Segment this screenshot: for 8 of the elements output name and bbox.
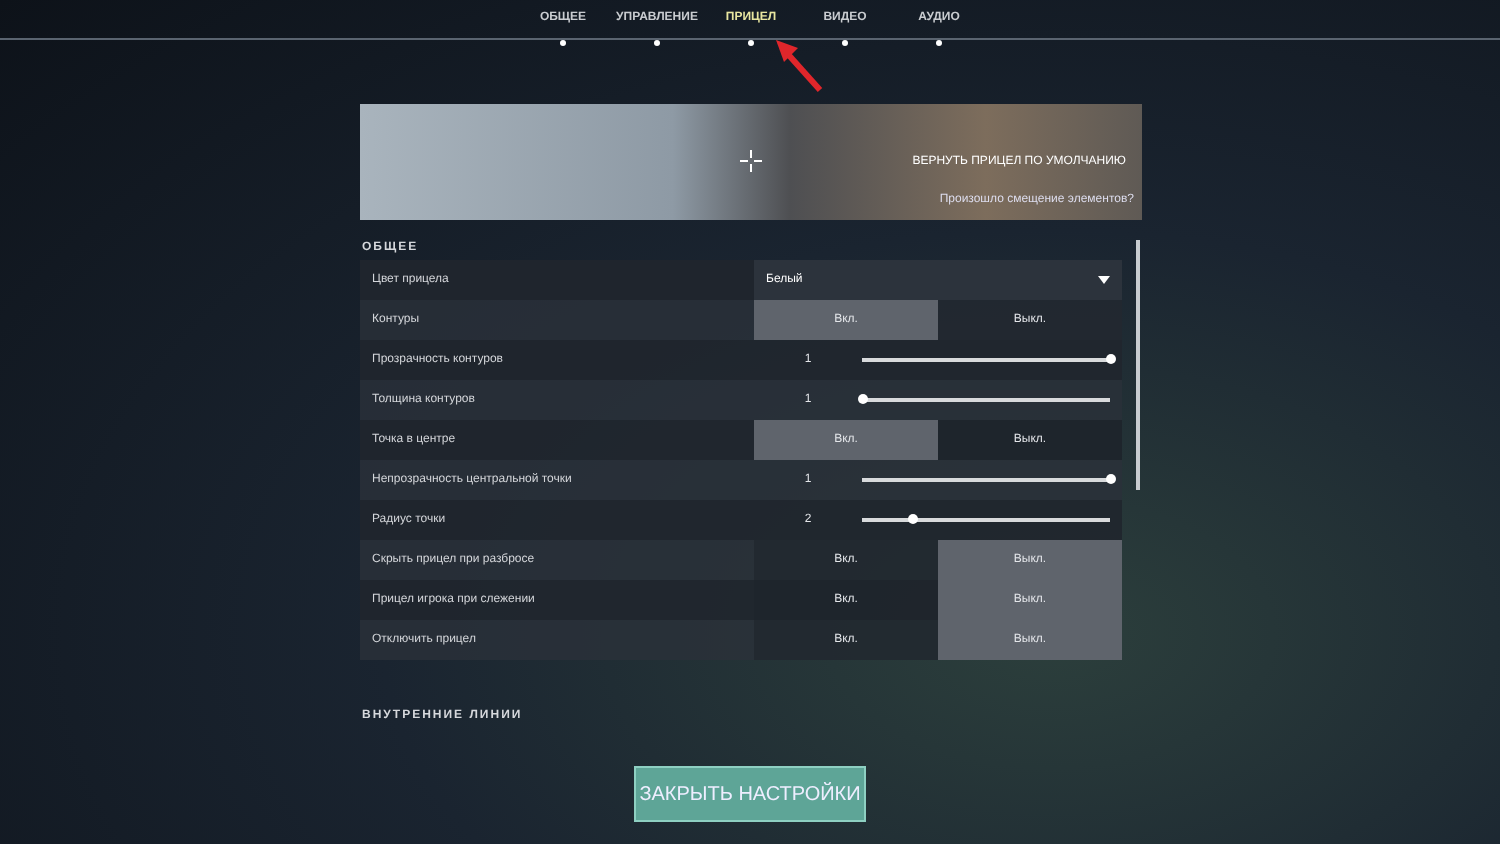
caret-icon — [1098, 276, 1110, 284]
arrow-annotation — [776, 40, 824, 92]
scrollbar[interactable] — [1136, 240, 1140, 490]
crosshair-icon — [740, 150, 762, 172]
slider-thumb[interactable] — [858, 394, 868, 404]
slider-thumb[interactable] — [1106, 354, 1116, 364]
slider-thumb[interactable] — [1106, 474, 1116, 484]
slider-thumb[interactable] — [907, 514, 918, 524]
